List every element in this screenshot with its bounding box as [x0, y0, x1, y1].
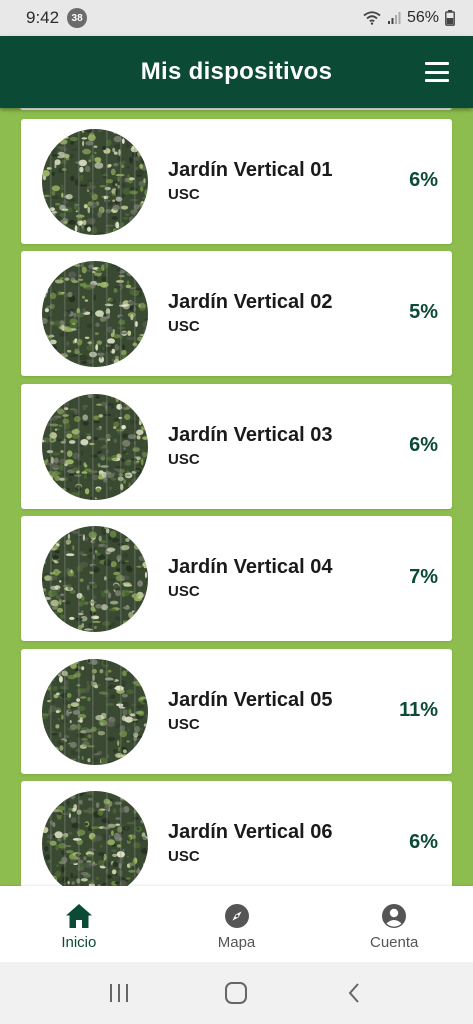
status-bar: 9:42 38 56%: [0, 0, 473, 36]
device-photo: [42, 791, 148, 886]
wifi-icon: [363, 11, 381, 25]
account-icon: [380, 902, 408, 930]
nav-label-cuenta: Cuenta: [369, 933, 419, 951]
device-org: USC: [168, 848, 200, 865]
device-card[interactable]: Jardín Vertical 04 USC 7%: [21, 516, 452, 641]
nav-label-inicio: Inicio: [61, 933, 97, 951]
app-bar: Mis dispositivos: [0, 36, 473, 108]
device-org: USC: [168, 318, 200, 335]
screen: 9:42 38 56% Mis dispositivos Jardín Vert…: [0, 0, 473, 1024]
system-navigation-bar: [0, 962, 473, 1024]
device-percent: 6%: [409, 831, 438, 853]
compass-icon: [223, 902, 251, 930]
notification-count-badge: 38: [67, 8, 88, 28]
device-list[interactable]: Jardín Vertical 01 USC 6% Jardín Vertica…: [0, 108, 473, 886]
device-card[interactable]: Jardín Vertical 02 USC 5%: [21, 251, 452, 376]
device-org: USC: [168, 583, 200, 600]
page-title: Mis dispositivos: [140, 58, 333, 85]
device-name: Jardín Vertical 05: [168, 689, 333, 711]
device-name: Jardín Vertical 03: [168, 424, 333, 446]
device-card[interactable]: Jardín Vertical 06 USC 6%: [21, 781, 452, 886]
device-card[interactable]: Jardín Vertical 03 USC 6%: [21, 384, 452, 509]
menu-button[interactable]: [425, 62, 449, 82]
nav-item-mapa[interactable]: Mapa: [158, 886, 316, 962]
nav-item-cuenta[interactable]: Cuenta: [315, 886, 473, 962]
previous-card-edge: [20, 108, 452, 110]
status-time: 9:42: [26, 8, 60, 27]
device-name: Jardín Vertical 01: [168, 159, 333, 181]
device-photo: [42, 659, 148, 765]
battery-percent: 56%: [406, 9, 439, 26]
device-org: USC: [168, 186, 200, 203]
device-percent: 7%: [409, 566, 438, 588]
device-photo: [42, 394, 148, 500]
recents-icon[interactable]: [99, 973, 139, 1013]
home-icon: [65, 902, 93, 930]
device-card[interactable]: Jardín Vertical 05 USC 11%: [21, 649, 452, 774]
device-photo: [42, 129, 148, 235]
device-org: USC: [168, 716, 200, 733]
back-icon[interactable]: [334, 973, 374, 1013]
device-name: Jardín Vertical 04: [168, 556, 333, 578]
device-card[interactable]: Jardín Vertical 01 USC 6%: [21, 119, 452, 244]
battery-icon: [445, 10, 455, 26]
home-circle-icon[interactable]: [216, 973, 256, 1013]
menu-icon: [425, 62, 449, 65]
device-percent: 11%: [399, 699, 438, 721]
bottom-navigation: Inicio Mapa Cuenta: [0, 886, 473, 962]
device-percent: 6%: [409, 169, 438, 191]
device-photo: [42, 261, 148, 367]
signal-icon: [387, 11, 401, 25]
device-org: USC: [168, 451, 200, 468]
device-percent: 5%: [409, 301, 438, 323]
nav-item-inicio[interactable]: Inicio: [0, 886, 158, 962]
device-name: Jardín Vertical 06: [168, 821, 333, 843]
device-percent: 6%: [409, 434, 438, 456]
nav-label-mapa: Mapa: [217, 933, 256, 951]
device-name: Jardín Vertical 02: [168, 291, 333, 313]
device-photo: [42, 526, 148, 632]
